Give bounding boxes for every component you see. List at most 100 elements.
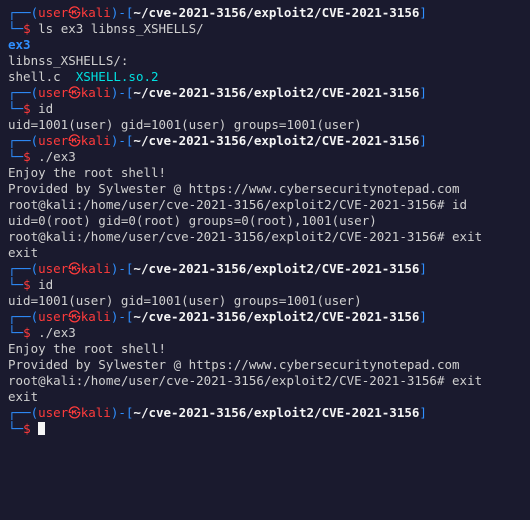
- prompt-bracket: )-[: [111, 405, 134, 420]
- output-segment: exit: [8, 245, 38, 260]
- command-text[interactable]: id: [38, 277, 53, 292]
- output-line: Enjoy the root shell!: [8, 341, 522, 357]
- prompt-corner-top: ┌──(: [8, 405, 38, 420]
- output-segment: Enjoy the root shell!: [8, 165, 166, 180]
- prompt-host: kali: [81, 309, 111, 324]
- prompt-bracket: )-[: [111, 133, 134, 148]
- prompt-bracket-close: ]: [419, 85, 427, 100]
- prompt-line-2: └─$ ./ex3: [8, 149, 522, 165]
- prompt-path: ~/cve-2021-3156/exploit2/CVE-2021-3156: [133, 309, 419, 324]
- prompt-corner-bottom: └─: [8, 277, 23, 292]
- prompt-corner-bottom: └─: [8, 325, 23, 340]
- prompt-at: ㉿: [68, 261, 81, 276]
- prompt-path: ~/cve-2021-3156/exploit2/CVE-2021-3156: [133, 85, 419, 100]
- prompt-at: ㉿: [68, 85, 81, 100]
- command-text[interactable]: ls ex3 libnss_XSHELLS/: [38, 21, 204, 36]
- output-segment: Provided by Sylwester @ https://www.cybe…: [8, 357, 460, 372]
- output-segment: Enjoy the root shell!: [8, 341, 166, 356]
- cursor: [38, 422, 45, 435]
- output-segment: root@kali:/home/user/cve-2021-3156/explo…: [8, 229, 482, 244]
- prompt-at: ㉿: [68, 5, 81, 20]
- prompt-bracket-close: ]: [419, 261, 427, 276]
- prompt-path: ~/cve-2021-3156/exploit2/CVE-2021-3156: [133, 261, 419, 276]
- prompt-dollar: $: [23, 101, 38, 116]
- prompt-bracket-close: ]: [419, 5, 427, 20]
- prompt-user: user: [38, 405, 68, 420]
- output-line: uid=1001(user) gid=1001(user) groups=100…: [8, 117, 522, 133]
- output-segment: libnss_XSHELLS/:: [8, 53, 128, 68]
- prompt-line-2: └─$: [8, 421, 522, 437]
- prompt-bracket: )-[: [111, 309, 134, 324]
- terminal-window[interactable]: ┌──(user㉿kali)-[~/cve-2021-3156/exploit2…: [0, 0, 530, 442]
- output-line: Provided by Sylwester @ https://www.cybe…: [8, 181, 522, 197]
- prompt-bracket-close: ]: [419, 309, 427, 324]
- prompt-bracket-close: ]: [419, 133, 427, 148]
- prompt-user: user: [38, 261, 68, 276]
- output-line: exit: [8, 389, 522, 405]
- prompt-corner-top: ┌──(: [8, 261, 38, 276]
- output-line: shell.c XSHELL.so.2: [8, 69, 522, 85]
- output-line: uid=0(root) gid=0(root) groups=0(root),1…: [8, 213, 522, 229]
- prompt-line-2: └─$ ls ex3 libnss_XSHELLS/: [8, 21, 522, 37]
- prompt-path: ~/cve-2021-3156/exploit2/CVE-2021-3156: [133, 405, 419, 420]
- prompt-user: user: [38, 85, 68, 100]
- prompt-dollar: $: [23, 325, 38, 340]
- output-line: root@kali:/home/user/cve-2021-3156/explo…: [8, 373, 522, 389]
- prompt-at: ㉿: [68, 405, 81, 420]
- prompt-line-2: └─$ ./ex3: [8, 325, 522, 341]
- output-segment: ex3: [8, 37, 31, 52]
- prompt-bracket-close: ]: [419, 405, 427, 420]
- prompt-at: ㉿: [68, 133, 81, 148]
- prompt-corner-bottom: └─: [8, 101, 23, 116]
- prompt-dollar: $: [23, 421, 38, 436]
- prompt-host: kali: [81, 405, 111, 420]
- output-line: root@kali:/home/user/cve-2021-3156/explo…: [8, 229, 522, 245]
- prompt-host: kali: [81, 85, 111, 100]
- prompt-host: kali: [81, 133, 111, 148]
- prompt-dollar: $: [23, 21, 38, 36]
- prompt-user: user: [38, 133, 68, 148]
- output-segment: exit: [8, 389, 38, 404]
- output-segment: uid=0(root) gid=0(root) groups=0(root),1…: [8, 213, 377, 228]
- prompt-corner-top: ┌──(: [8, 309, 38, 324]
- output-line: uid=1001(user) gid=1001(user) groups=100…: [8, 293, 522, 309]
- prompt-line-2: └─$ id: [8, 101, 522, 117]
- output-line: ex3: [8, 37, 522, 53]
- prompt-line-1: ┌──(user㉿kali)-[~/cve-2021-3156/exploit2…: [8, 405, 522, 421]
- prompt-dollar: $: [23, 149, 38, 164]
- prompt-bracket: )-[: [111, 85, 134, 100]
- prompt-line-2: └─$ id: [8, 277, 522, 293]
- output-segment: root@kali:/home/user/cve-2021-3156/explo…: [8, 197, 467, 212]
- prompt-bracket: )-[: [111, 5, 134, 20]
- prompt-bracket: )-[: [111, 261, 134, 276]
- prompt-user: user: [38, 5, 68, 20]
- output-segment: XSHELL.so.2: [76, 69, 159, 84]
- prompt-path: ~/cve-2021-3156/exploit2/CVE-2021-3156: [133, 133, 419, 148]
- prompt-path: ~/cve-2021-3156/exploit2/CVE-2021-3156: [133, 5, 419, 20]
- output-line: libnss_XSHELLS/:: [8, 53, 522, 69]
- prompt-host: kali: [81, 5, 111, 20]
- output-line: root@kali:/home/user/cve-2021-3156/explo…: [8, 197, 522, 213]
- prompt-corner-top: ┌──(: [8, 5, 38, 20]
- prompt-host: kali: [81, 261, 111, 276]
- command-text[interactable]: ./ex3: [38, 149, 76, 164]
- output-segment: uid=1001(user) gid=1001(user) groups=100…: [8, 293, 362, 308]
- prompt-corner-top: ┌──(: [8, 133, 38, 148]
- output-segment: Provided by Sylwester @ https://www.cybe…: [8, 181, 460, 196]
- command-text[interactable]: ./ex3: [38, 325, 76, 340]
- prompt-user: user: [38, 309, 68, 324]
- command-text[interactable]: id: [38, 101, 53, 116]
- output-segment: shell.c: [8, 69, 76, 84]
- prompt-line-1: ┌──(user㉿kali)-[~/cve-2021-3156/exploit2…: [8, 261, 522, 277]
- prompt-line-1: ┌──(user㉿kali)-[~/cve-2021-3156/exploit2…: [8, 309, 522, 325]
- output-line: exit: [8, 245, 522, 261]
- prompt-corner-bottom: └─: [8, 149, 23, 164]
- prompt-corner-bottom: └─: [8, 421, 23, 436]
- prompt-corner-top: ┌──(: [8, 85, 38, 100]
- prompt-at: ㉿: [68, 309, 81, 324]
- prompt-line-1: ┌──(user㉿kali)-[~/cve-2021-3156/exploit2…: [8, 133, 522, 149]
- prompt-line-1: ┌──(user㉿kali)-[~/cve-2021-3156/exploit2…: [8, 85, 522, 101]
- prompt-corner-bottom: └─: [8, 21, 23, 36]
- output-line: Provided by Sylwester @ https://www.cybe…: [8, 357, 522, 373]
- output-line: Enjoy the root shell!: [8, 165, 522, 181]
